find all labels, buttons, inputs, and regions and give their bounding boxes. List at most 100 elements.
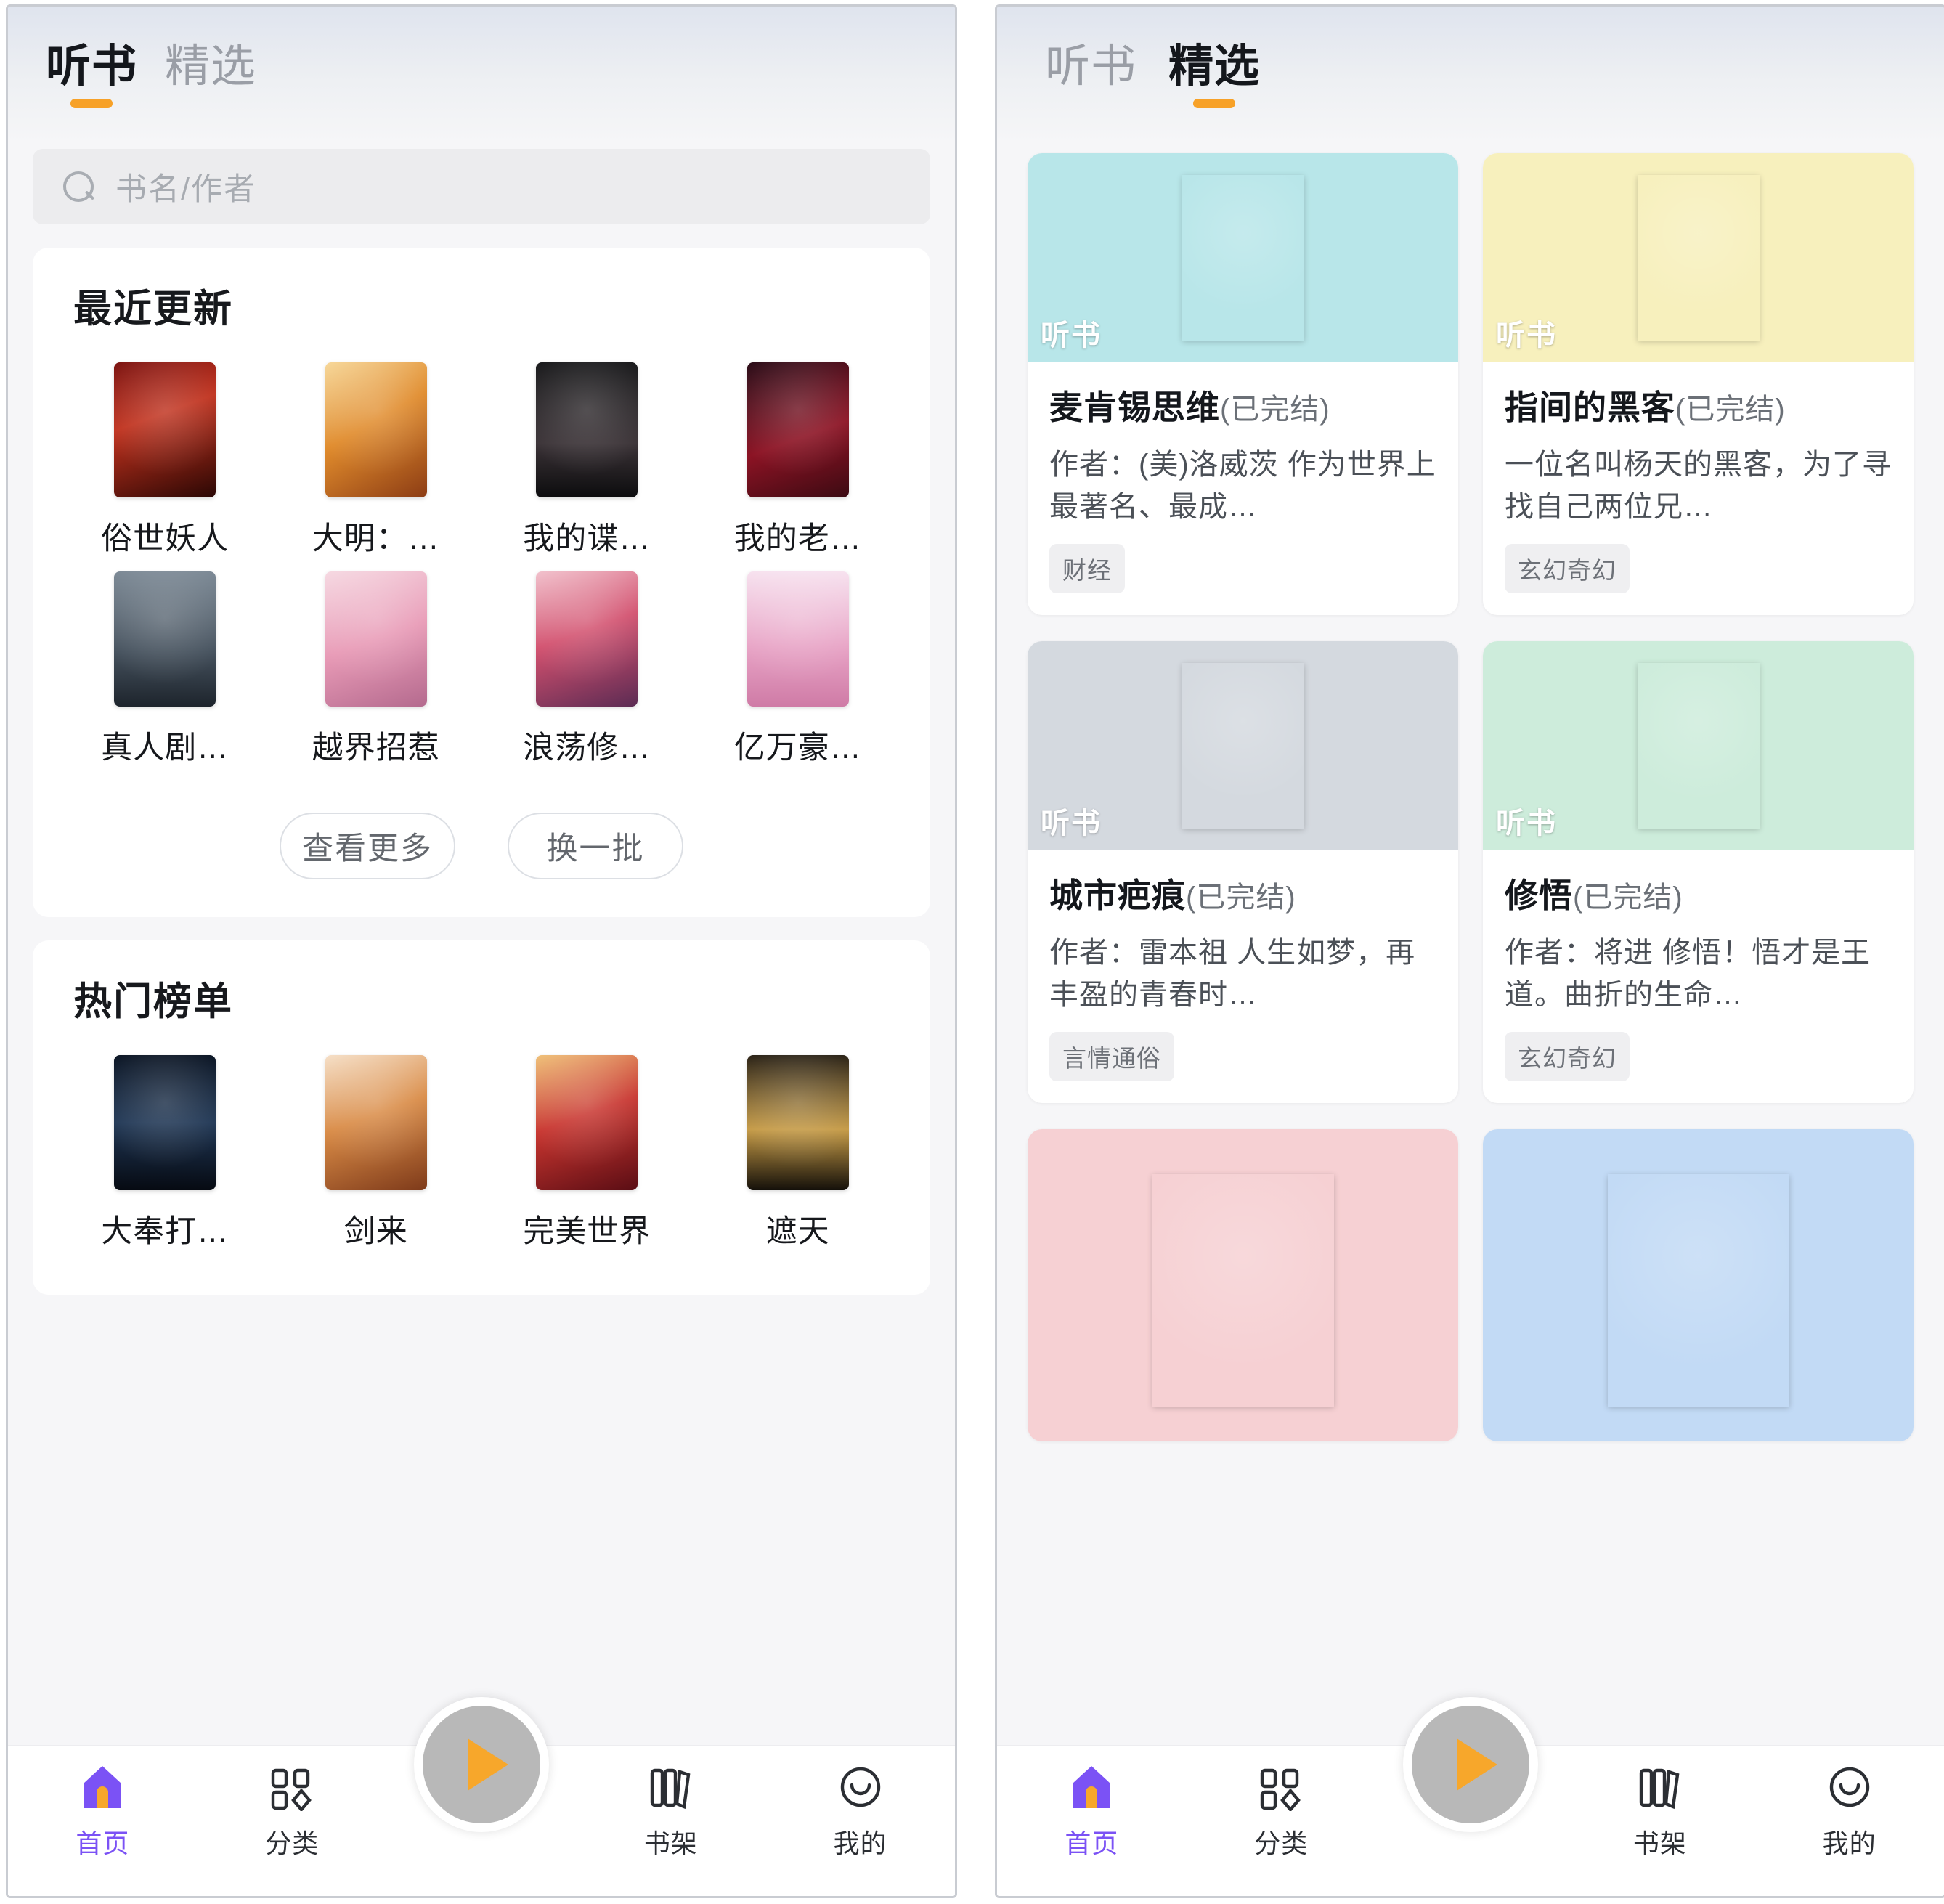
book-title: 我的谍… <box>523 513 651 558</box>
card-description: 作者：雷本祖 人生如梦，再丰盈的青春时… <box>1049 932 1436 1016</box>
cover-image <box>1182 663 1304 829</box>
card-title-text: 修悟 <box>1505 876 1573 914</box>
card-title: 城市疤痕(已完结) <box>1049 869 1436 917</box>
tab-tingshu[interactable]: 听书 <box>46 44 137 108</box>
nav-item-profile[interactable]: 我的 <box>1754 1763 1944 1860</box>
card-title: 修悟(已完结) <box>1505 869 1892 917</box>
tab-tingshu-label: 听书 <box>1045 44 1136 89</box>
featured-card[interactable]: 听书 城市疤痕(已完结) 作者：雷本祖 人生如梦，再丰盈的青春时… 言情通俗 <box>1028 641 1458 1103</box>
card-tag[interactable]: 财经 <box>1049 544 1125 593</box>
book-item[interactable]: 亿万豪… <box>701 571 896 768</box>
audio-badge: 听书 <box>1496 312 1557 354</box>
card-cover: 听书 <box>1483 641 1914 850</box>
book-item[interactable]: 我的谍… <box>489 362 685 558</box>
tab-jingxuan[interactable]: 精选 <box>165 44 256 108</box>
nav-item-home[interactable]: 首页 <box>997 1763 1187 1860</box>
nav-label-home: 首页 <box>1065 1823 1118 1860</box>
book-item[interactable]: 大奉打… <box>68 1055 263 1251</box>
profile-icon <box>1825 1763 1874 1811</box>
refresh-batch-button[interactable]: 换一批 <box>508 813 683 879</box>
card-cover <box>1483 1129 1914 1441</box>
tab-jingxuan-label: 精选 <box>165 44 256 89</box>
nav-item-bookshelf[interactable]: 书架 <box>1565 1763 1754 1860</box>
nav-label-profile: 我的 <box>1823 1823 1876 1860</box>
book-cover <box>536 362 638 497</box>
book-item[interactable]: 完美世界 <box>489 1055 685 1251</box>
book-cover <box>114 571 216 707</box>
book-title: 浪荡修… <box>523 723 651 768</box>
featured-card[interactable] <box>1483 1129 1914 1441</box>
book-item[interactable]: 浪荡修… <box>489 571 685 768</box>
book-item[interactable]: 我的老… <box>701 362 896 558</box>
book-title: 大明：… <box>312 513 440 558</box>
card-title: 指间的黑客(已完结) <box>1505 381 1892 429</box>
cover-art <box>325 571 427 707</box>
book-title: 亿万豪… <box>734 723 862 768</box>
search-icon <box>62 170 95 203</box>
recent-actions: 查看更多 换一批 <box>33 768 930 917</box>
card-tag[interactable]: 玄幻奇幻 <box>1505 544 1630 593</box>
card-title-text: 城市疤痕 <box>1049 876 1186 914</box>
home-icon <box>78 1763 127 1811</box>
tab-jingxuan-label: 精选 <box>1168 44 1260 89</box>
search-placeholder: 书名/作者 <box>115 164 256 209</box>
card-body: 城市疤痕(已完结) 作者：雷本祖 人生如梦，再丰盈的青春时… 言情通俗 <box>1028 850 1458 1103</box>
card-tag[interactable]: 玄幻奇幻 <box>1505 1032 1630 1081</box>
card-body: 麦肯锡思维(已完结) 作者：(美)洛威茨 作为世界上最著名、最成… 财经 <box>1028 362 1458 615</box>
card-cover <box>1028 1129 1458 1441</box>
cover-image <box>1182 175 1304 341</box>
book-item[interactable]: 遮天 <box>701 1055 896 1251</box>
book-cover <box>325 571 427 707</box>
nav-label-category: 分类 <box>265 1823 319 1860</box>
card-status: (已完结) <box>1675 394 1786 426</box>
tab-jingxuan[interactable]: 精选 <box>1168 44 1260 108</box>
cover-art <box>114 571 216 707</box>
audio-badge: 听书 <box>1041 312 1102 354</box>
book-title: 真人剧… <box>101 723 229 768</box>
card-title-text: 麦肯锡思维 <box>1049 388 1220 426</box>
cover-art <box>747 1055 849 1190</box>
recent-books-grid: 俗世妖人 大明：… 我的谍… 我的老… 真人剧… <box>33 333 930 768</box>
featured-card[interactable] <box>1028 1129 1458 1441</box>
featured-card[interactable]: 听书 修悟(已完结) 作者：将进 修悟！悟才是王道。曲折的生命… 玄幻奇幻 <box>1483 641 1914 1103</box>
book-title: 我的老… <box>734 513 862 558</box>
book-cover <box>114 1055 216 1190</box>
nav-label-category: 分类 <box>1254 1823 1308 1860</box>
card-status: (已完结) <box>1220 394 1330 426</box>
play-icon <box>1457 1738 1497 1791</box>
nav-item-profile[interactable]: 我的 <box>765 1763 955 1860</box>
right-phone-screen: 听书 精选 听书 麦肯锡思维(已完结) 作者：(美)洛威茨 作为世界上最著名、最… <box>995 4 1944 1898</box>
nav-item-home[interactable]: 首页 <box>8 1763 198 1860</box>
book-item[interactable]: 越界招惹 <box>279 571 474 768</box>
book-item[interactable]: 剑来 <box>279 1055 474 1251</box>
book-item[interactable]: 真人剧… <box>68 571 263 768</box>
book-cover <box>747 362 849 497</box>
card-cover: 听书 <box>1483 153 1914 362</box>
cover-art <box>325 1055 427 1190</box>
card-body: 修悟(已完结) 作者：将进 修悟！悟才是王道。曲折的生命… 玄幻奇幻 <box>1483 850 1914 1103</box>
featured-card[interactable]: 听书 麦肯锡思维(已完结) 作者：(美)洛威茨 作为世界上最著名、最成… 财经 <box>1028 153 1458 615</box>
search-bar[interactable]: 书名/作者 <box>33 149 930 224</box>
featured-card[interactable]: 听书 指间的黑客(已完结) 一位名叫杨天的黑客，为了寻找自己两位兄… 玄幻奇幻 <box>1483 153 1914 615</box>
hot-list-title: 热门榜单 <box>33 971 930 1026</box>
nav-item-category[interactable]: 分类 <box>1187 1763 1376 1860</box>
tab-active-underline <box>70 99 113 108</box>
card-title: 麦肯锡思维(已完结) <box>1049 381 1436 429</box>
book-item[interactable]: 大明：… <box>279 362 474 558</box>
card-title-text: 指间的黑客 <box>1505 388 1675 426</box>
nav-label-profile: 我的 <box>834 1823 887 1860</box>
hot-list-panel: 热门榜单 大奉打… 剑来 完美世界 遮天 <box>33 940 930 1295</box>
nav-label-bookshelf: 书架 <box>644 1823 698 1860</box>
card-tag[interactable]: 言情通俗 <box>1049 1032 1174 1081</box>
hot-books-grid: 大奉打… 剑来 完美世界 遮天 <box>33 1026 930 1251</box>
nav-item-bookshelf[interactable]: 书架 <box>576 1763 765 1860</box>
play-button[interactable] <box>414 1697 549 1832</box>
nav-item-category[interactable]: 分类 <box>198 1763 387 1860</box>
book-item[interactable]: 俗世妖人 <box>68 362 263 558</box>
cover-art <box>747 571 849 707</box>
play-button[interactable] <box>1403 1697 1538 1832</box>
featured-cards-grid: 听书 麦肯锡思维(已完结) 作者：(美)洛威茨 作为世界上最著名、最成… 财经 … <box>997 145 1944 1441</box>
view-more-button[interactable]: 查看更多 <box>280 813 455 879</box>
cover-image <box>1638 663 1760 829</box>
tab-tingshu[interactable]: 听书 <box>1045 44 1136 108</box>
